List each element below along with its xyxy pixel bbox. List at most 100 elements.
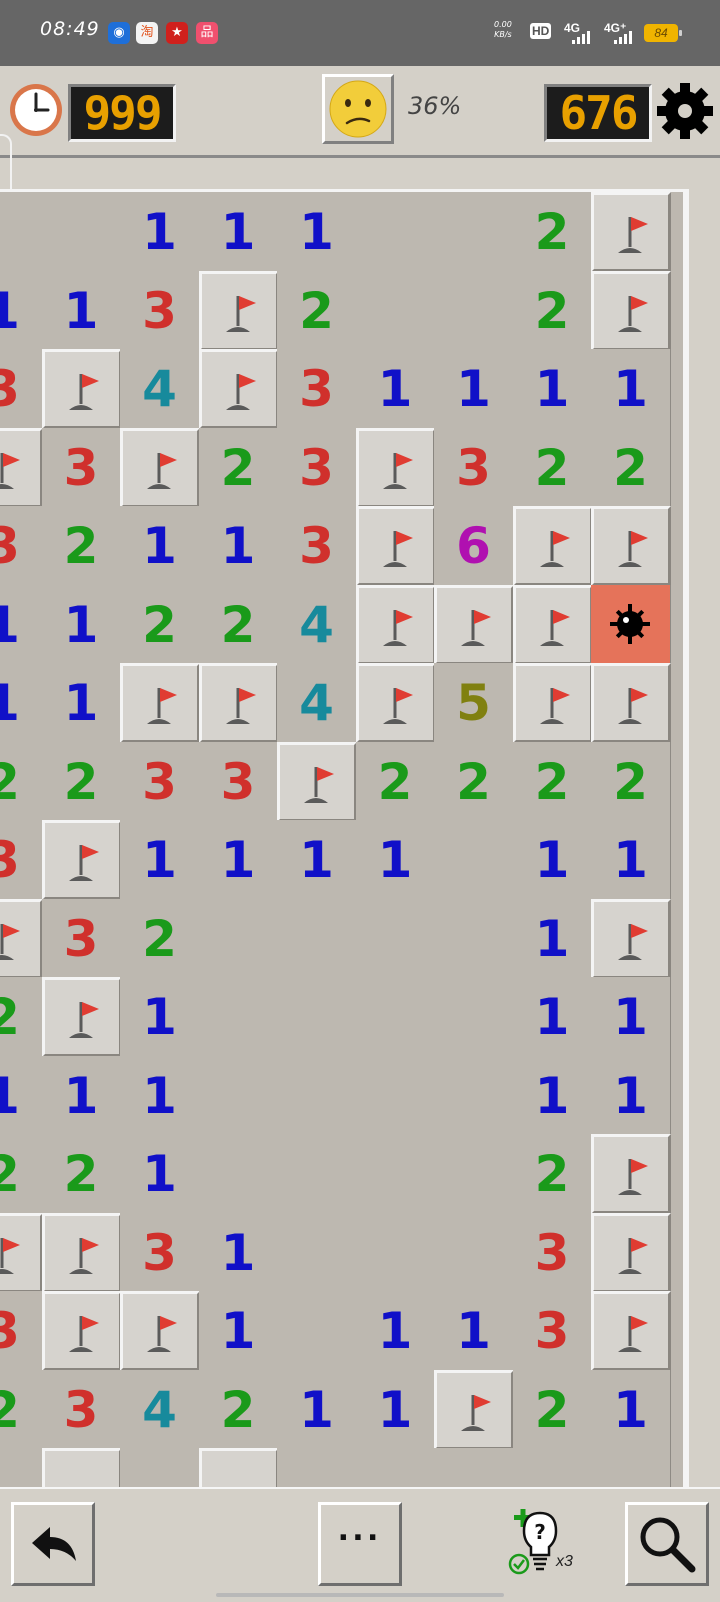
number-cell[interactable]: 2 [355,741,436,822]
number-cell[interactable]: 2 [41,1134,122,1214]
flagged-cell[interactable] [591,1134,671,1214]
number-cell[interactable]: 2 [198,427,279,508]
empty-cell[interactable] [198,1055,279,1136]
empty-cell[interactable] [434,1055,514,1136]
flagged-cell[interactable] [512,506,593,586]
unopened-cell[interactable] [198,1448,279,1487]
number-cell[interactable]: 1 [120,820,200,900]
flagged-cell[interactable] [120,1291,200,1371]
empty-cell[interactable] [434,977,514,1057]
flagged-cell[interactable] [0,898,43,979]
number-cell[interactable]: 3 [41,1369,122,1450]
number-cell[interactable]: 6 [434,506,514,586]
empty-cell[interactable] [434,1212,514,1293]
flagged-cell[interactable] [0,1212,43,1293]
number-cell[interactable]: 3 [41,427,122,508]
number-cell[interactable]: 1 [198,1212,279,1293]
number-cell[interactable]: 2 [591,741,671,822]
flagged-cell[interactable] [591,663,671,743]
empty-cell[interactable] [355,1212,436,1293]
empty-cell[interactable] [355,1134,436,1214]
empty-cell[interactable] [355,192,436,272]
number-cell[interactable]: 3 [0,1291,43,1371]
number-cell[interactable]: 2 [0,741,43,822]
empty-cell[interactable] [355,898,436,979]
number-cell[interactable]: 1 [512,1055,593,1136]
empty-cell[interactable] [41,192,122,272]
number-cell[interactable]: 1 [41,584,122,665]
search-button[interactable] [625,1502,709,1586]
number-cell[interactable]: 1 [0,663,43,743]
number-cell[interactable]: 1 [198,1291,279,1371]
empty-cell[interactable] [0,1448,43,1487]
number-cell[interactable]: 1 [277,820,357,900]
empty-cell[interactable] [434,192,514,272]
number-cell[interactable]: 4 [277,663,357,743]
flagged-cell[interactable] [41,1212,122,1293]
number-cell[interactable]: 3 [41,898,122,979]
number-cell[interactable]: 2 [41,506,122,586]
number-cell[interactable]: 1 [0,270,43,351]
number-cell[interactable]: 3 [198,741,279,822]
empty-cell[interactable] [277,1212,357,1293]
number-cell[interactable]: 3 [277,349,357,429]
number-cell[interactable]: 5 [434,663,514,743]
flagged-cell[interactable] [41,820,122,900]
number-cell[interactable]: 3 [434,427,514,508]
number-cell[interactable]: 3 [277,427,357,508]
number-cell[interactable]: 3 [0,349,43,429]
flagged-cell[interactable] [198,270,279,351]
number-cell[interactable]: 1 [512,977,593,1057]
flagged-cell[interactable] [198,349,279,429]
unopened-cell[interactable] [41,1448,122,1487]
empty-cell[interactable] [277,977,357,1057]
number-cell[interactable]: 1 [120,1055,200,1136]
number-cell[interactable]: 2 [0,1369,43,1450]
empty-cell[interactable] [355,1055,436,1136]
flagged-cell[interactable] [277,741,357,822]
empty-cell[interactable] [355,270,436,351]
number-cell[interactable]: 1 [591,977,671,1057]
empty-cell[interactable] [591,1448,671,1487]
number-cell[interactable]: 1 [591,349,671,429]
flagged-cell[interactable] [355,427,436,508]
number-cell[interactable]: 1 [434,349,514,429]
number-cell[interactable]: 2 [0,977,43,1057]
flagged-cell[interactable] [591,1212,671,1293]
number-cell[interactable]: 2 [0,1134,43,1214]
empty-cell[interactable] [434,898,514,979]
number-cell[interactable]: 3 [0,820,43,900]
gear-icon[interactable] [656,82,714,140]
number-cell[interactable]: 1 [198,820,279,900]
flagged-cell[interactable] [355,506,436,586]
empty-cell[interactable] [512,1448,593,1487]
number-cell[interactable]: 1 [0,1055,43,1136]
empty-cell[interactable] [355,977,436,1057]
flagged-cell[interactable] [120,663,200,743]
number-cell[interactable]: 3 [0,506,43,586]
flagged-cell[interactable] [120,427,200,508]
flagged-cell[interactable] [591,1291,671,1371]
flagged-cell[interactable] [591,270,671,351]
empty-cell[interactable] [434,1448,514,1487]
flagged-cell[interactable] [591,506,671,586]
number-cell[interactable]: 2 [120,584,200,665]
empty-cell[interactable] [434,1134,514,1214]
flagged-cell[interactable] [434,584,514,665]
empty-cell[interactable] [277,1055,357,1136]
number-cell[interactable]: 3 [512,1291,593,1371]
number-cell[interactable]: 3 [120,741,200,822]
number-cell[interactable]: 1 [591,1055,671,1136]
number-cell[interactable]: 2 [198,584,279,665]
flagged-cell[interactable] [41,1291,122,1371]
flagged-cell[interactable] [0,427,43,508]
number-cell[interactable]: 2 [512,270,593,351]
flagged-cell[interactable] [355,584,436,665]
number-cell[interactable]: 1 [355,349,436,429]
number-cell[interactable]: 2 [591,427,671,508]
number-cell[interactable]: 1 [0,584,43,665]
minefield-viewport[interactable]: 1112113223431111323322321136112241145223… [0,192,683,1487]
flagged-cell[interactable] [512,584,593,665]
empty-cell[interactable] [198,1134,279,1214]
number-cell[interactable]: 1 [512,349,593,429]
